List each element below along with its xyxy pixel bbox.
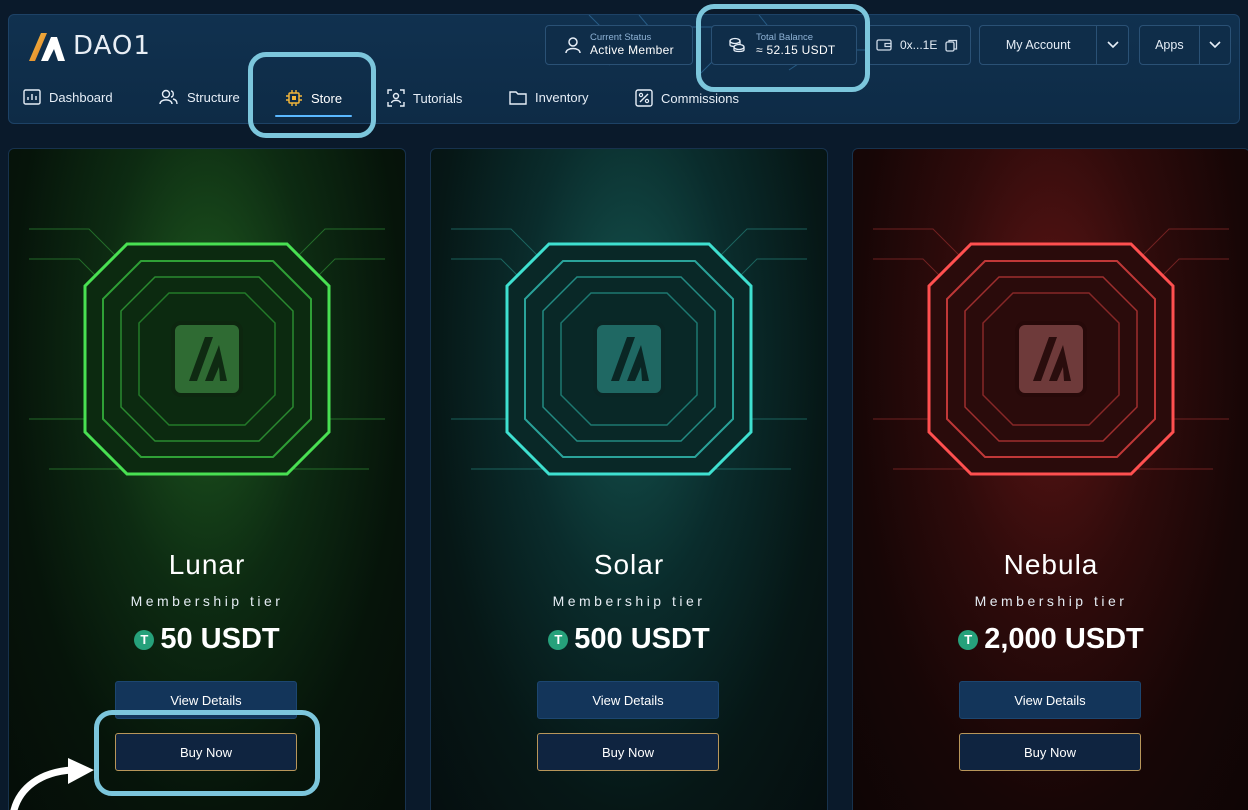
nav-dashboard[interactable]: Dashboard xyxy=(23,89,113,105)
tier-price-text: 50 USDT xyxy=(160,623,280,655)
current-status[interactable]: Current Status Active Member xyxy=(545,25,693,65)
tier-price: T 2,000 USDT xyxy=(853,623,1248,656)
tutorials-icon xyxy=(387,89,405,107)
top-header: DAO1 Current Status Active Member Total … xyxy=(8,14,1240,124)
nav-inventory-label: Inventory xyxy=(535,89,589,105)
chip-icon xyxy=(286,90,302,106)
tier-subtitle: Membership tier xyxy=(130,593,284,609)
tether-icon: T xyxy=(134,629,155,650)
dao1-logo-icon xyxy=(29,33,65,61)
tether-icon: T xyxy=(958,629,979,650)
balance-label: Total Balance xyxy=(756,32,814,43)
nav-dashboard-label: Dashboard xyxy=(49,89,113,105)
tier-name: Lunar xyxy=(168,549,246,580)
tier-name: Nebula xyxy=(1003,549,1099,580)
tier-price: T 500 USDT xyxy=(431,623,827,656)
coins-icon xyxy=(729,37,745,53)
user-icon xyxy=(565,37,581,54)
my-account-dropdown[interactable]: My Account xyxy=(979,25,1129,65)
status-value: Active Member xyxy=(590,43,674,57)
wallet-address[interactable]: 0x...1E xyxy=(867,25,971,65)
nav-structure[interactable]: Structure xyxy=(159,89,240,105)
buy-now-button[interactable]: Buy Now xyxy=(537,733,719,771)
users-icon xyxy=(159,89,178,105)
nebula-chip-icon xyxy=(873,228,1229,476)
tier-card-nebula: Nebula Membership tier T 2,000 USDT View… xyxy=(852,148,1248,810)
tier-card-solar: Solar Membership tier T 500 USDT View De… xyxy=(430,148,828,810)
wallet-icon xyxy=(876,39,892,51)
lunar-chip-icon xyxy=(29,228,385,476)
nav-inventory[interactable]: Inventory xyxy=(509,89,588,105)
tier-card-lunar: Lunar Membership tier T 50 USDT View Det… xyxy=(8,148,406,810)
tier-price-text: 500 USDT xyxy=(574,623,710,655)
tier-subtitle: Membership tier xyxy=(974,593,1128,609)
nav-store[interactable]: Store xyxy=(274,89,353,117)
nav-tutorials[interactable]: Tutorials xyxy=(387,89,462,107)
total-balance[interactable]: Total Balance ≈ 52.15 USDT xyxy=(711,25,857,65)
dashboard-icon xyxy=(23,89,41,105)
apps-dropdown[interactable]: Apps xyxy=(1139,25,1231,65)
view-details-button[interactable]: View Details xyxy=(115,681,297,719)
apps-label: Apps xyxy=(1155,38,1184,52)
balance-value: ≈ 52.15 USDT xyxy=(756,43,836,57)
buy-now-button[interactable]: Buy Now xyxy=(959,733,1141,771)
tether-icon: T xyxy=(548,629,569,650)
view-details-button[interactable]: View Details xyxy=(959,681,1141,719)
buy-now-button[interactable]: Buy Now xyxy=(115,733,297,771)
chevron-down-icon[interactable] xyxy=(1198,26,1230,64)
nav-commissions-label: Commissions xyxy=(661,90,740,106)
brand-name: DAO1 xyxy=(73,31,151,61)
brand-logo[interactable]: DAO1 xyxy=(27,29,151,63)
nav-tutorials-label: Tutorials xyxy=(413,90,463,106)
copy-icon[interactable] xyxy=(945,39,958,52)
status-label: Current Status xyxy=(590,32,652,43)
chevron-down-icon[interactable] xyxy=(1096,26,1128,64)
solar-chip-icon xyxy=(451,228,807,476)
nav-store-label: Store xyxy=(311,90,343,106)
view-details-button[interactable]: View Details xyxy=(537,681,719,719)
nav-structure-label: Structure xyxy=(187,89,240,105)
nav-commissions[interactable]: Commissions xyxy=(635,89,739,107)
my-account-label: My Account xyxy=(1005,38,1071,52)
pointer-arrow-icon xyxy=(10,758,94,810)
percent-icon xyxy=(635,89,653,107)
tier-price-text: 2,000 USDT xyxy=(984,623,1144,655)
tier-price: T 50 USDT xyxy=(9,623,405,656)
folder-icon xyxy=(509,91,527,105)
tier-subtitle: Membership tier xyxy=(552,593,706,609)
tier-name: Solar xyxy=(593,549,665,580)
main-nav: Dashboard Structure Store Tutorials Inve… xyxy=(9,83,1239,119)
wallet-address-text: 0x...1E xyxy=(900,38,938,52)
